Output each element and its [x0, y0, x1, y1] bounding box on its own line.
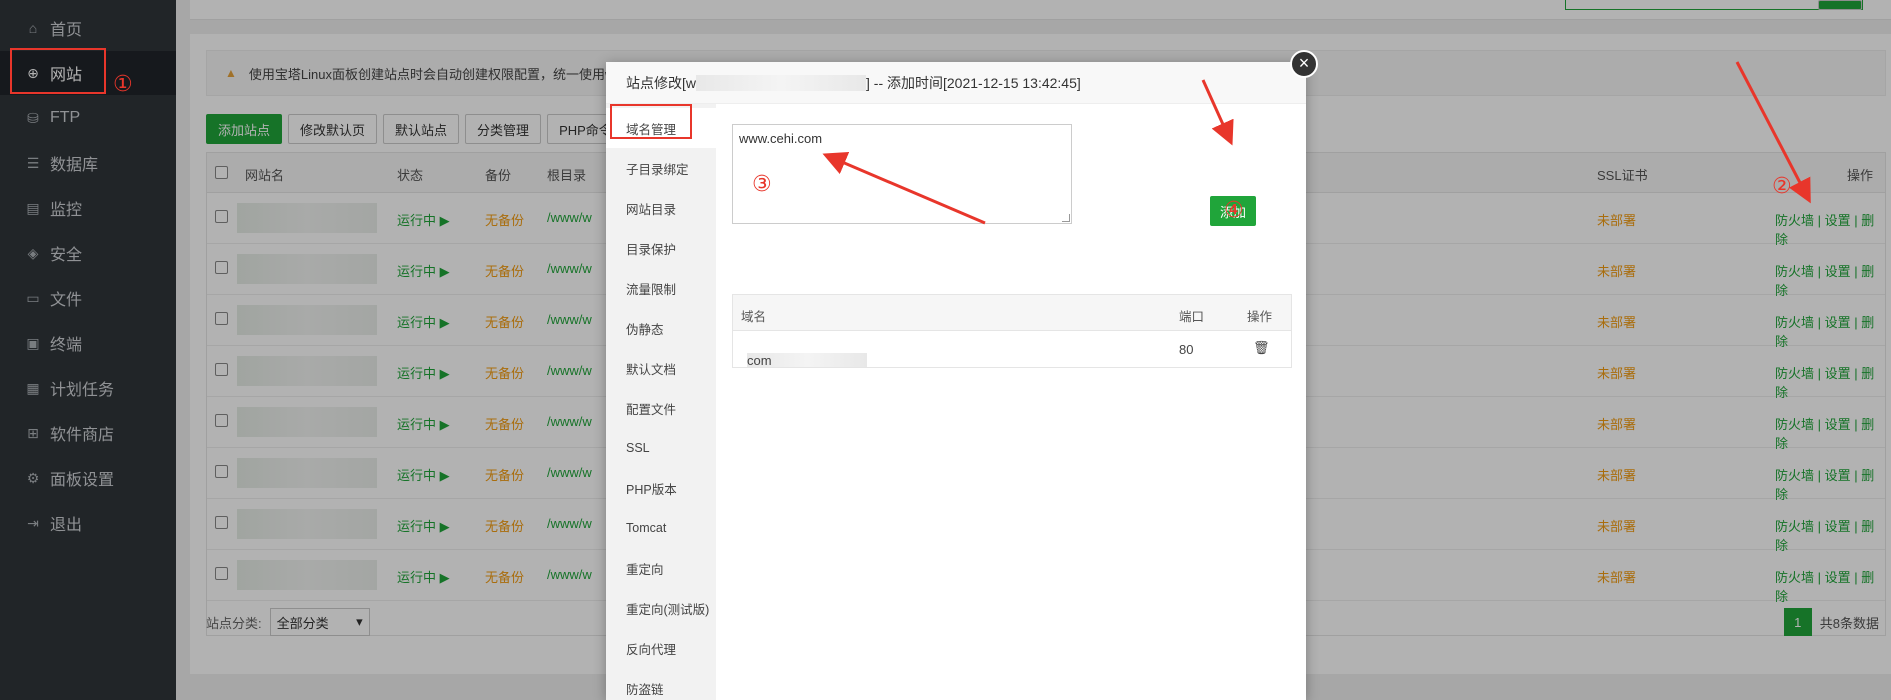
domain-table-header: 域名 端口 操作 — [733, 295, 1291, 331]
annotation-4: ④ — [1224, 198, 1244, 223]
close-icon[interactable]: × — [1290, 50, 1318, 78]
tab-item[interactable]: SSL — [606, 428, 716, 468]
highlight-box-website — [10, 48, 106, 94]
tab-item[interactable]: Tomcat — [606, 508, 716, 548]
domain-table: 域名 端口 操作 wcom 80 🗑 — [732, 294, 1292, 368]
tab-item[interactable]: 子目录绑定 — [606, 148, 716, 188]
dialog-title: 站点修改[w ] -- 添加时间[2021-12-15 13:42:45] — [606, 62, 1306, 104]
annotation-1: ① — [113, 72, 133, 97]
highlight-box-domain-tab — [610, 104, 692, 139]
domain-textarea[interactable]: www.cehi.com — [732, 124, 1072, 224]
tab-item[interactable]: 防盗链 — [606, 668, 716, 700]
tab-item[interactable]: 反向代理 — [606, 628, 716, 668]
tab-item[interactable]: 目录保护 — [606, 228, 716, 268]
tab-item[interactable]: 伪静态 — [606, 308, 716, 348]
redacted-site-name — [696, 74, 866, 91]
resize-handle[interactable] — [1062, 214, 1070, 222]
tab-item[interactable]: 网站目录 — [606, 188, 716, 228]
tab-item[interactable]: 重定向 — [606, 548, 716, 588]
domain-manage-panel: www.cehi.com 添加 域名 端口 操作 wcom 80 🗑 — [716, 104, 1306, 700]
port-value: 80 — [1179, 342, 1194, 357]
annotation-3: ③ — [752, 172, 772, 197]
site-edit-dialog: 站点修改[w ] -- 添加时间[2021-12-15 13:42:45] 域名… — [606, 62, 1306, 700]
tab-item[interactable]: 配置文件 — [606, 388, 716, 428]
domain-row: wcom 80 🗑 — [747, 340, 1270, 368]
annotation-2: ② — [1772, 174, 1792, 199]
tab-item[interactable]: 重定向(测试版) — [606, 588, 716, 628]
tab-item[interactable]: 默认文档 — [606, 348, 716, 388]
trash-icon[interactable]: 🗑 — [1253, 340, 1270, 356]
tab-item[interactable]: PHP版本 — [606, 468, 716, 508]
dialog-tabs: 域名管理 子目录绑定 网站目录 目录保护 流量限制 伪静态 默认文档 配置文件 SSL PHP版本… — [606, 104, 716, 700]
tab-item[interactable]: 流量限制 — [606, 268, 716, 308]
